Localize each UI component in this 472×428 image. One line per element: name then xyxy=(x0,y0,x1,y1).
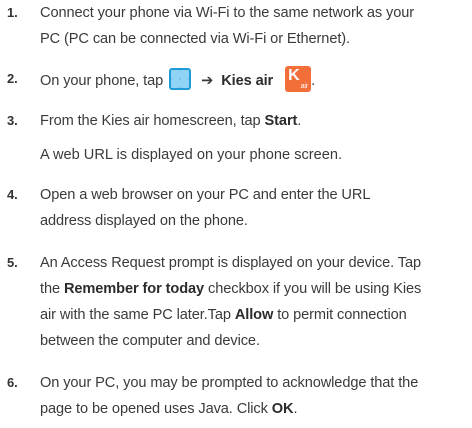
step-line: Open a web browser on your PC and enter … xyxy=(40,187,371,203)
step-text-prefix: page to be opened uses Java. Click xyxy=(40,401,272,417)
step-number: 6. xyxy=(7,375,18,390)
step-line: PC (PC can be connected via Wi-Fi or Eth… xyxy=(40,31,350,47)
step-text: From the Kies air homescreen, tap Start. xyxy=(40,108,468,134)
step-line: between the computer and device. xyxy=(40,333,260,349)
step-line: On your PC, you may be prompted to ackno… xyxy=(40,375,419,391)
kies-air-label: Kies air xyxy=(221,73,274,89)
step-number: 5. xyxy=(7,255,18,270)
start-label: Start xyxy=(264,113,298,129)
kies-icon-text: air xyxy=(300,83,309,90)
instruction-page: 1. Connect your phone via Wi-Fi to the s… xyxy=(0,0,472,428)
step-line: An Access Request prompt is displayed on… xyxy=(40,255,421,271)
step-text-suffix: . xyxy=(297,113,302,129)
step-number: 2. xyxy=(7,71,18,86)
ok-label: OK xyxy=(271,401,294,417)
step-text: On your PC, you may be prompted to ackno… xyxy=(40,370,468,422)
step-text-prefix: On your phone, tap xyxy=(40,73,164,89)
step-line: Connect your phone via Wi-Fi to the same… xyxy=(40,5,415,21)
step-text-suffix: to permit connection xyxy=(273,307,407,323)
step-number: 4. xyxy=(7,187,18,202)
kies-air-app-icon: K air xyxy=(285,66,312,92)
step-line: address displayed on the phone. xyxy=(40,213,248,229)
apps-grid-icon xyxy=(169,68,192,90)
remember-for-today-label: Remember for today xyxy=(63,281,205,297)
arrow-icon: ➔ xyxy=(201,73,214,89)
step-text-prefix: From the Kies air homescreen, tap xyxy=(40,113,265,129)
step-number: 3. xyxy=(7,113,18,128)
step-text: On your phone, tap ➔ Kies air K air . xyxy=(40,66,468,94)
step-text-suffix: . xyxy=(293,401,298,417)
step-text-prefix: the xyxy=(40,281,64,297)
step-text-prefix: air with the same PC later.Tap xyxy=(40,307,235,323)
step-text: Open a web browser on your PC and enter … xyxy=(40,182,468,234)
step-text: Connect your phone via Wi-Fi to the same… xyxy=(40,0,468,52)
step-3-note: A web URL is displayed on your phone scr… xyxy=(40,147,343,163)
kies-icon-letter: K xyxy=(288,67,300,84)
allow-label: Allow xyxy=(234,307,274,323)
step-number: 1. xyxy=(7,5,18,20)
step-text-suffix: . xyxy=(311,73,316,89)
step-text-suffix: checkbox if you will be using Kies xyxy=(204,281,422,297)
step-text: An Access Request prompt is displayed on… xyxy=(40,250,468,354)
